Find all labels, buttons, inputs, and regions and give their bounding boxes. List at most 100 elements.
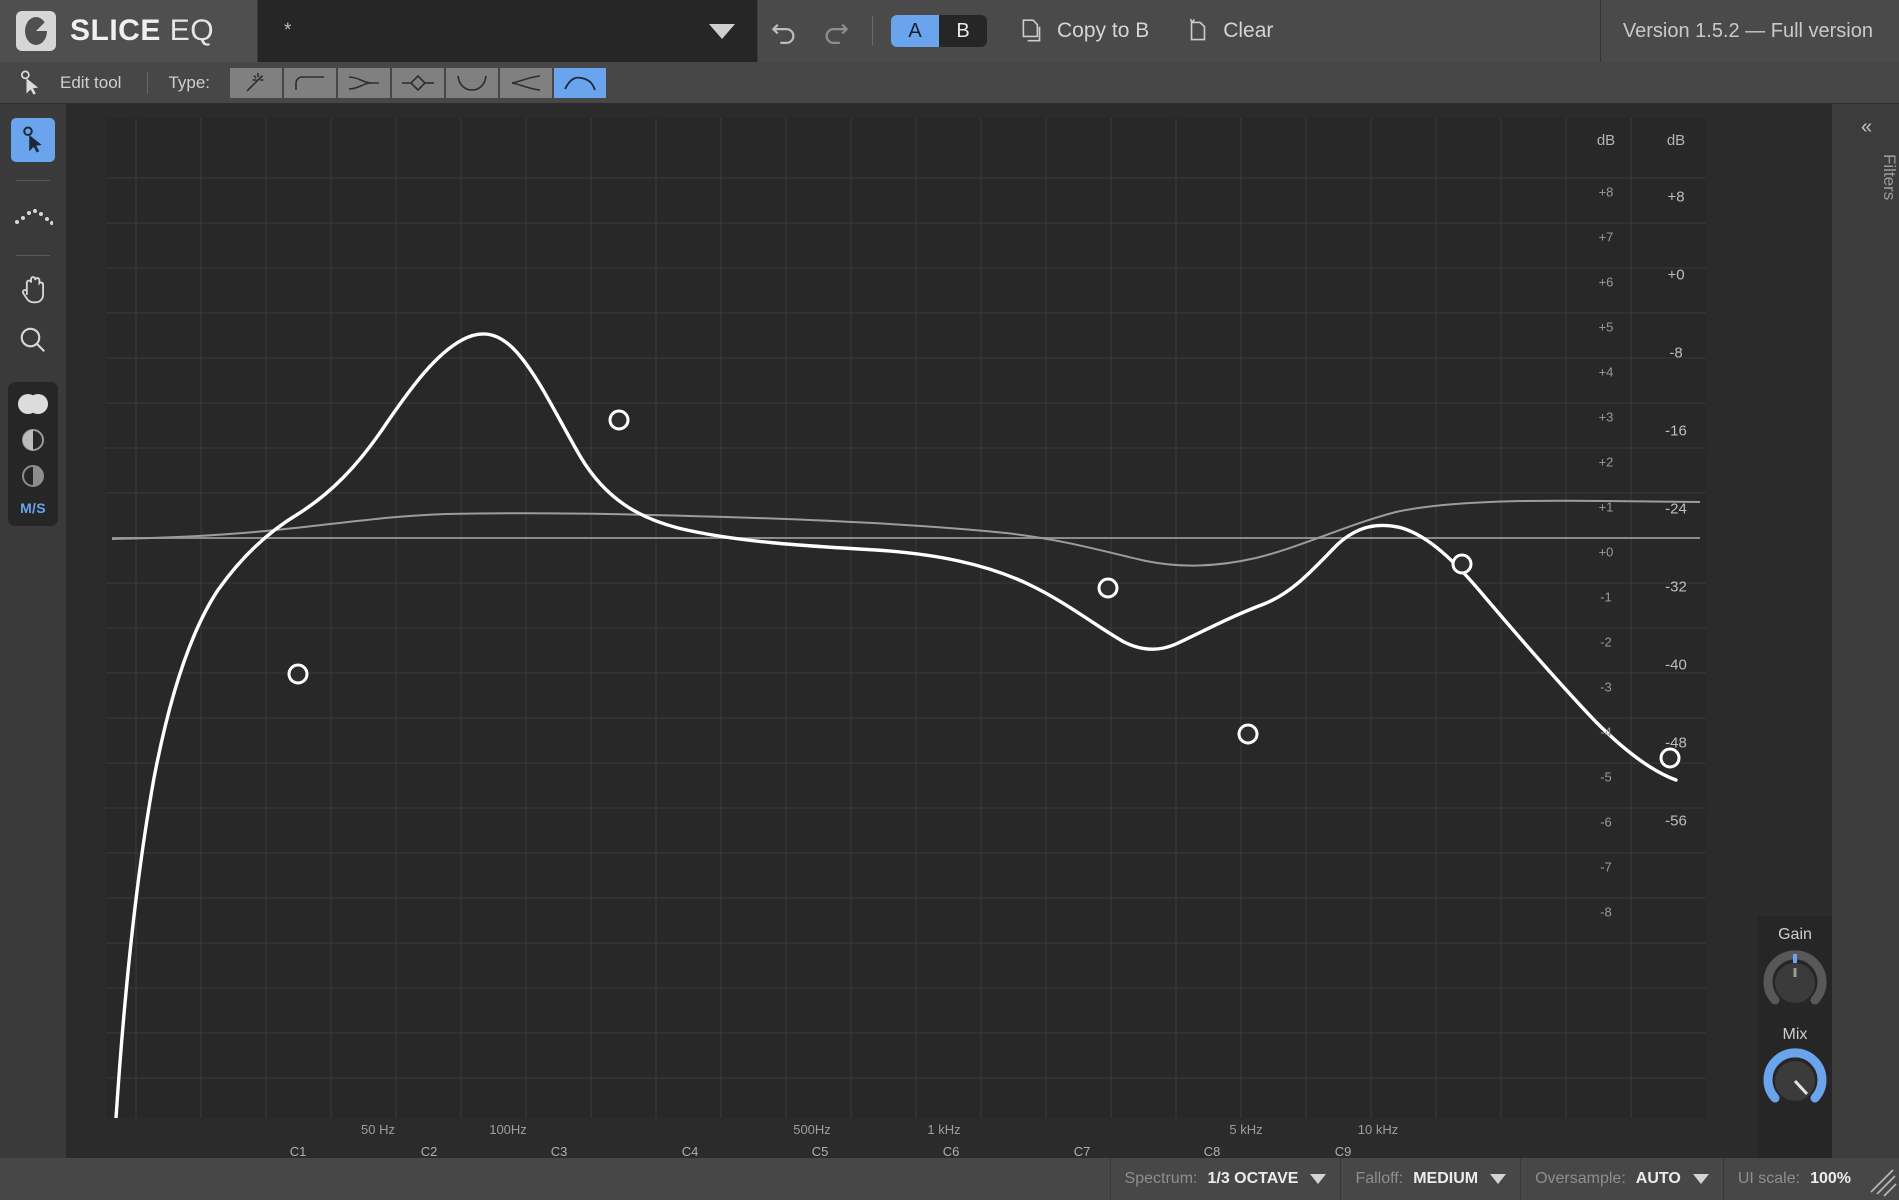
spectrum-key: Spectrum:	[1125, 1170, 1198, 1188]
high-shelf-icon	[345, 71, 383, 95]
gain-label: Gain	[1758, 926, 1832, 944]
horizontal-gridlines	[106, 178, 1706, 1078]
db-tick: -4	[1576, 725, 1636, 740]
gain-knob-icon	[1762, 948, 1828, 1014]
freq-tick: 50 Hz	[361, 1122, 395, 1137]
freq-tick: 5 kHz	[1229, 1122, 1262, 1137]
chevron-down-icon[interactable]	[1310, 1174, 1326, 1184]
spectrum-tick: -24	[1646, 501, 1706, 518]
db-tick: +5	[1576, 320, 1636, 335]
undo-button[interactable]	[758, 0, 810, 62]
slice-logo-icon	[16, 11, 56, 51]
spectrum-tick: -8	[1646, 345, 1706, 362]
copy-to-b-label: Copy to B	[1057, 19, 1149, 43]
db-tick: -2	[1576, 635, 1636, 650]
channel-mode-right[interactable]	[11, 460, 55, 492]
notch-button[interactable]	[446, 68, 498, 98]
oversample-setting[interactable]: Oversample: AUTO	[1520, 1158, 1723, 1200]
db-tick: +3	[1576, 410, 1636, 425]
version-label: Version 1.5.2 — Full version	[1600, 0, 1899, 62]
db-tick: +4	[1576, 365, 1636, 380]
resize-grip-icon[interactable]	[1865, 1158, 1899, 1200]
pointer-cursor-icon	[20, 125, 46, 155]
db-tick: -6	[1576, 815, 1636, 830]
chevron-down-icon[interactable]	[709, 24, 735, 39]
db-scale-primary: dB +8 +7 +6 +5 +4 +3 +2 +1 +0 -1 -2 -3 -…	[1576, 132, 1636, 1132]
note-tick: C5	[812, 1144, 829, 1159]
falloff-setting[interactable]: Falloff: MEDIUM	[1340, 1158, 1520, 1200]
filters-tab[interactable]: Filters	[1832, 154, 1899, 200]
eq-node	[289, 665, 307, 683]
eq-node-group	[289, 411, 1679, 767]
chevron-double-left-icon[interactable]: «	[1832, 116, 1899, 139]
sidebar-item-pan-tool[interactable]	[11, 268, 55, 312]
ab-toggle-a[interactable]: A	[891, 15, 939, 47]
low-pass-curve-button[interactable]	[554, 68, 606, 98]
eq-graph[interactable]: dB +8 +7 +6 +5 +4 +3 +2 +1 +0 -1 -2 -3 -…	[106, 118, 1766, 1198]
eq-plot-area[interactable]	[106, 118, 1706, 1118]
uiscale-setting[interactable]: UI scale: 100%	[1723, 1158, 1865, 1200]
low-shelf-button[interactable]	[284, 68, 336, 98]
toolbar-divider	[872, 16, 873, 46]
brand-bold: SLICE	[70, 14, 161, 47]
mix-label: Mix	[1758, 1026, 1832, 1044]
eq-curve-svg	[106, 118, 1706, 1118]
spectrum-tick: +0	[1646, 267, 1706, 284]
uiscale-key: UI scale:	[1738, 1170, 1800, 1188]
eq-node	[1239, 725, 1257, 743]
db-tick: -3	[1576, 680, 1636, 695]
bell-peak-icon	[399, 71, 437, 95]
bandpass-button[interactable]	[500, 68, 552, 98]
note-tick: C1	[290, 1144, 307, 1159]
magic-wand-button[interactable]	[230, 68, 282, 98]
sidebar-item-nodes-tool[interactable]	[11, 193, 55, 237]
clear-button[interactable]: Clear	[1167, 0, 1291, 62]
spectrum-tick: -16	[1646, 423, 1706, 440]
spectrum-setting[interactable]: Spectrum: 1/3 OCTAVE	[1110, 1158, 1341, 1200]
high-shelf-button[interactable]	[338, 68, 390, 98]
sidebar-divider-1	[16, 180, 50, 181]
knob-panel: Gain Mix	[1758, 916, 1832, 1158]
redo-arrow-icon	[821, 16, 851, 46]
undo-arrow-icon	[769, 16, 799, 46]
eq-graph-panel[interactable]: dB +8 +7 +6 +5 +4 +3 +2 +1 +0 -1 -2 -3 -…	[66, 104, 1832, 1158]
oversample-key: Oversample:	[1535, 1170, 1626, 1188]
sidebar-item-zoom-tool[interactable]	[11, 318, 55, 362]
brand: SLICE EQ	[0, 0, 258, 62]
slice-eq-window: SLICE EQ * A B	[0, 0, 1899, 1200]
ab-compare-toggle[interactable]: A B	[891, 15, 987, 47]
copy-to-b-button[interactable]: Copy to B	[1001, 0, 1167, 62]
note-tick: C9	[1335, 1144, 1352, 1159]
db-tick: +2	[1576, 455, 1636, 470]
low-pass-curve-icon	[561, 71, 599, 95]
spectrum-scale-header: dB	[1646, 132, 1706, 149]
db-tick: -8	[1576, 905, 1636, 920]
redo-button[interactable]	[810, 0, 862, 62]
eq-node	[1453, 555, 1471, 573]
channel-mode-stereo[interactable]	[11, 388, 55, 420]
bell-peak-button[interactable]	[392, 68, 444, 98]
magnifier-icon	[18, 325, 48, 355]
eq-node	[610, 411, 628, 429]
type-label: Type:	[168, 73, 210, 93]
half-circle-right-icon	[18, 463, 48, 489]
hand-icon	[18, 274, 48, 306]
preset-name: *	[284, 20, 291, 42]
channel-mode-left[interactable]	[11, 424, 55, 456]
freq-tick: 500Hz	[793, 1122, 831, 1137]
spectrum-tick: +8	[1646, 189, 1706, 206]
right-panel: « Filters	[1832, 104, 1899, 1158]
preset-selector[interactable]: *	[258, 0, 758, 62]
mix-knob[interactable]	[1762, 1048, 1828, 1114]
ab-toggle-b[interactable]: B	[939, 15, 987, 47]
note-tick: C7	[1074, 1144, 1091, 1159]
clear-label: Clear	[1223, 19, 1273, 43]
chevron-down-icon[interactable]	[1693, 1174, 1709, 1184]
chevron-down-icon[interactable]	[1490, 1174, 1506, 1184]
edit-toolbar-divider	[147, 72, 148, 94]
channel-mode-ms[interactable]: M/S	[11, 496, 55, 520]
db-tick: +8	[1576, 185, 1636, 200]
filter-type-buttons	[230, 68, 606, 98]
sidebar-item-select-tool[interactable]	[11, 118, 55, 162]
gain-knob[interactable]	[1762, 948, 1828, 1014]
